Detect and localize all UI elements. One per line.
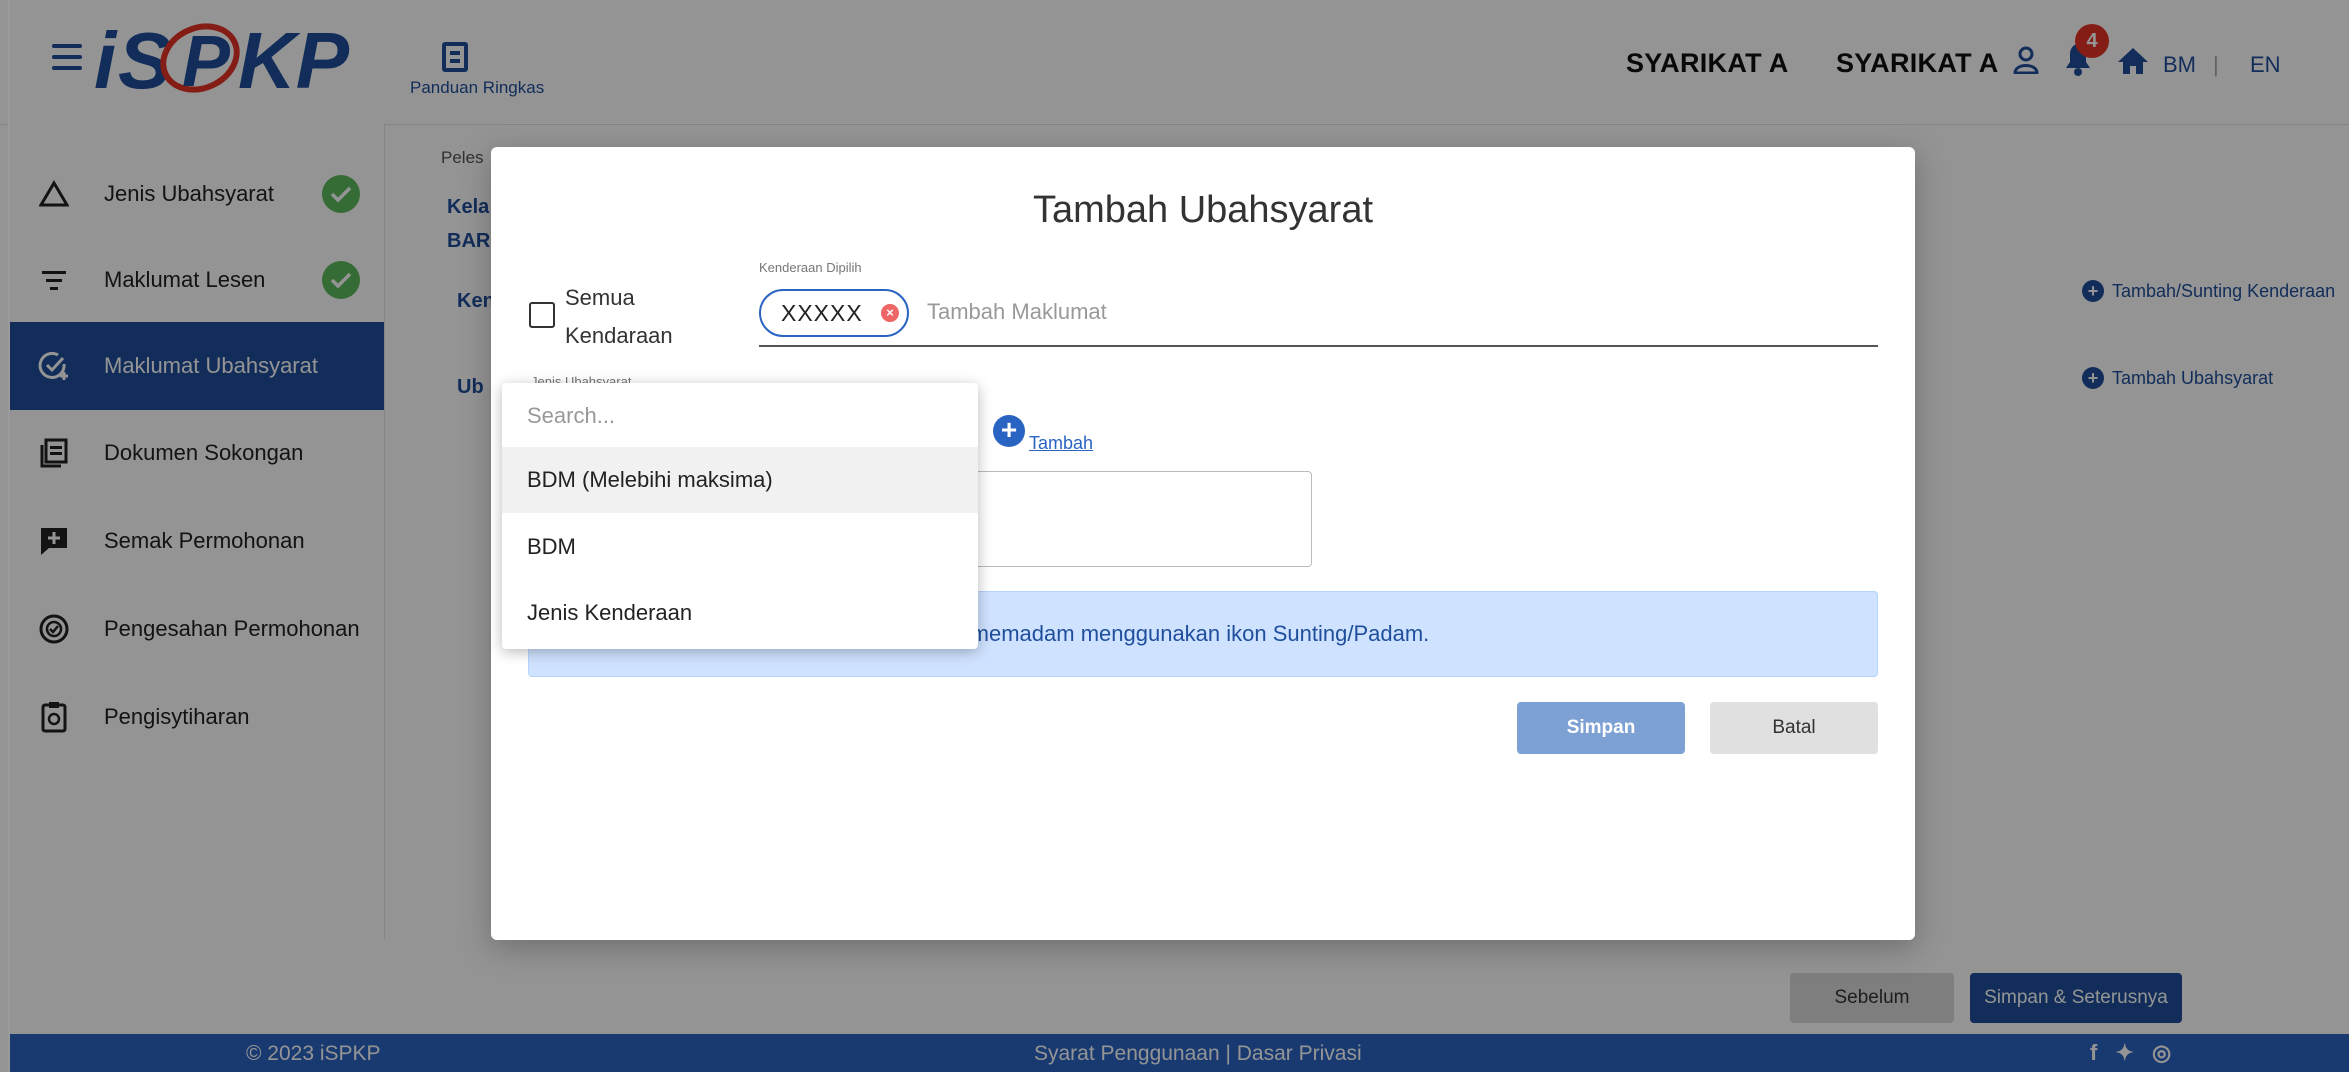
- details-textbox[interactable]: [968, 471, 1312, 567]
- cancel-button[interactable]: Batal: [1710, 702, 1878, 754]
- dropdown-option[interactable]: Jenis Kenderaan: [502, 580, 978, 646]
- modal-title: Tambah Ubahsyarat: [1032, 189, 1374, 231]
- vehicle-chip-label: XXXXX: [781, 299, 863, 326]
- all-vehicles-label-line2: Kendaraan: [565, 323, 673, 348]
- all-vehicles-label-line1: Semua: [565, 285, 635, 310]
- selected-vehicles-label: Kenderaan Dipilih: [759, 260, 862, 275]
- add-link[interactable]: Tambah: [1029, 433, 1093, 454]
- save-button[interactable]: Simpan: [1517, 702, 1685, 754]
- dropdown-option[interactable]: BDM (Melebihi maksima): [502, 447, 978, 513]
- vehicle-chip[interactable]: XXXXX ×: [759, 289, 909, 337]
- vehicle-input[interactable]: Tambah Maklumat: [927, 299, 1107, 325]
- info-alert-text: ar/memadam menggunakan ikon Sunting/Pada…: [945, 621, 1430, 646]
- all-vehicles-checkbox[interactable]: [529, 302, 555, 328]
- window-edge: [8, 0, 10, 1072]
- add-circle-icon[interactable]: +: [993, 415, 1025, 447]
- dropdown-search-input[interactable]: Search...: [502, 383, 978, 447]
- all-vehicles-label[interactable]: Semua Kendaraan: [565, 279, 673, 355]
- vehicle-input-underline: [759, 345, 1878, 347]
- dropdown-option[interactable]: BDM: [502, 514, 978, 580]
- jenis-ubahsyarat-dropdown: Search... BDM (Melebihi maksima) BDM Jen…: [502, 383, 978, 649]
- remove-chip-icon[interactable]: ×: [881, 304, 899, 322]
